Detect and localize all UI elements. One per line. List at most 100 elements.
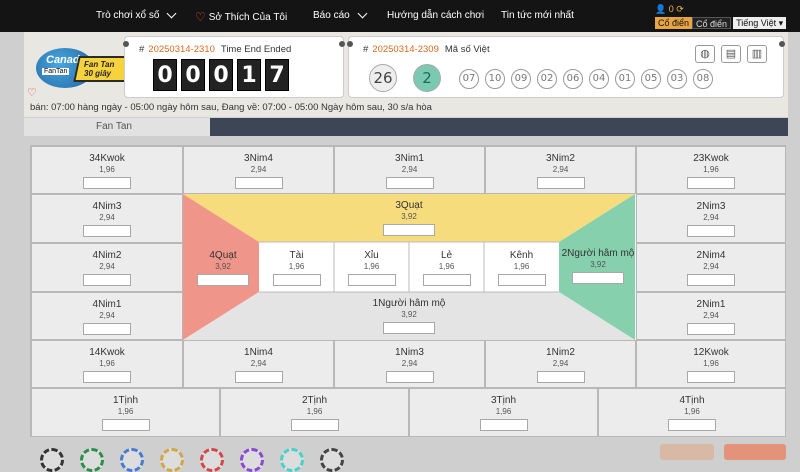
theme-classic-active[interactable]: Cổ điển — [655, 17, 693, 29]
chip[interactable] — [120, 448, 144, 472]
chip[interactable] — [40, 448, 64, 472]
bet-label: 1Nim4 — [244, 347, 273, 358]
bet-amount-input[interactable] — [290, 419, 339, 431]
bet-14kwok[interactable]: 14Kwok 1,96 — [31, 340, 183, 388]
bet-amount-input[interactable] — [422, 274, 471, 286]
favorite-heart-icon[interactable]: ♡ — [27, 86, 37, 99]
bet-4nim3[interactable]: 4Nim3 2,94 — [31, 194, 183, 243]
bet-xiu[interactable]: Xỉu 1,96 — [334, 250, 409, 286]
bet-amount-input[interactable] — [83, 274, 131, 286]
bet-amount-input[interactable] — [272, 274, 321, 286]
bet-amount-input[interactable] — [687, 323, 735, 335]
bet-label: Kênh — [509, 250, 534, 261]
bet-odds: 1,96 — [288, 262, 305, 271]
chip[interactable] — [160, 448, 184, 472]
bet-label: 4Nim1 — [92, 299, 122, 310]
bar-chart-icon[interactable]: ▥ — [747, 45, 767, 63]
bet-label: 2Nim4 — [696, 250, 726, 261]
bet-23kwok[interactable]: 23Kwok 1,96 — [636, 146, 786, 194]
document-icon[interactable]: ▤ — [721, 45, 741, 63]
chip[interactable] — [240, 448, 264, 472]
bet-3nim2[interactable]: 3Nim2 2,94 — [485, 146, 636, 194]
bet-amount-input[interactable] — [234, 371, 283, 383]
bet-label: 3Nim1 — [395, 153, 424, 164]
bet-fan-3[interactable]: 3Quạt 3,92 — [333, 200, 485, 236]
bet-label: 2Tịnh — [301, 395, 327, 406]
bet-2nim1[interactable]: 2Nim1 2,94 — [636, 292, 786, 340]
bet-amount-input[interactable] — [383, 224, 435, 236]
nav-news[interactable]: Tin tức mới nhất — [501, 10, 574, 21]
bet-odds: 1,96 — [513, 262, 530, 271]
bet-label: 2Người hâm mộ — [561, 248, 635, 259]
bet-4nim2[interactable]: 4Nim2 2,94 — [31, 243, 183, 292]
user-icon[interactable]: 👤 — [655, 4, 666, 14]
bet-le[interactable]: Lẻ 1,96 — [409, 250, 484, 286]
bet-amount-input[interactable] — [687, 177, 735, 189]
bet-amount-input[interactable] — [687, 225, 735, 237]
bet-3tinh[interactable]: 3Tịnh 1,96 — [409, 388, 598, 437]
bet-2nim4[interactable]: 2Nim4 2,94 — [636, 243, 786, 292]
place-bet-button[interactable] — [724, 444, 786, 460]
bet-2tinh[interactable]: 2Tịnh 1,96 — [220, 388, 409, 437]
bet-3nim4[interactable]: 3Nim4 2,94 — [183, 146, 334, 194]
bet-amount-input[interactable] — [83, 177, 131, 189]
bet-amount-input[interactable] — [668, 419, 716, 431]
nav-favorites[interactable]: ♡ Sở Thích Của Tôi — [195, 10, 287, 24]
bet-amount-input[interactable] — [234, 177, 283, 189]
bet-amount-input[interactable] — [197, 274, 249, 286]
bet-amount-input[interactable] — [536, 177, 585, 189]
bet-amount-input[interactable] — [83, 323, 131, 335]
nav-reports[interactable]: Báo cáo — [313, 8, 368, 21]
chip[interactable] — [320, 448, 344, 472]
bet-amount-input[interactable] — [83, 371, 131, 383]
bet-label: 14Kwok — [89, 347, 125, 358]
bet-fan-4[interactable]: 4Quạt 3,92 — [187, 250, 259, 286]
heart-icon: ♡ — [195, 10, 206, 24]
bet-amount-input[interactable] — [687, 274, 735, 286]
bet-amount-input[interactable] — [385, 177, 434, 189]
chip[interactable] — [200, 448, 224, 472]
bet-4nim1[interactable]: 4Nim1 2,94 — [31, 292, 183, 340]
bet-amount-input[interactable] — [479, 419, 528, 431]
bet-34kwok[interactable]: 34Kwok 1,96 — [31, 146, 183, 194]
bet-amount-input[interactable] — [497, 274, 546, 286]
bet-label: 2Nim1 — [696, 299, 726, 310]
bet-amount-input[interactable] — [347, 274, 396, 286]
bet-1nim2[interactable]: 1Nim2 2,94 — [485, 340, 636, 388]
bet-amount-input[interactable] — [687, 371, 735, 383]
nav-lottery-games[interactable]: Trò chơi xổ số — [96, 8, 177, 21]
bet-odds: 2,94 — [552, 165, 569, 174]
result-ball: 04 — [589, 69, 609, 89]
bet-odds: 1,96 — [117, 407, 134, 416]
bet-2nim3[interactable]: 2Nim3 2,94 — [636, 194, 786, 243]
chip[interactable] — [80, 448, 104, 472]
pin-dot — [123, 41, 129, 47]
bet-label: Xỉu — [364, 250, 379, 261]
bet-label: 3Tịnh — [490, 395, 516, 406]
bet-amount-input[interactable] — [83, 225, 131, 237]
bet-amount-input[interactable] — [572, 272, 624, 284]
globe-icon[interactable]: ◍ — [695, 45, 715, 63]
bet-1tinh[interactable]: 1Tịnh 1,96 — [31, 388, 220, 437]
tab-fan-tan[interactable]: Fan Tan — [24, 118, 210, 136]
chip[interactable] — [280, 448, 304, 472]
bet-tai[interactable]: Tài 1,96 — [259, 250, 334, 286]
bet-odds: 1,96 — [99, 165, 115, 174]
bet-1nim4[interactable]: 1Nim4 2,94 — [183, 340, 334, 388]
bet-fan-1[interactable]: 1Người hâm mộ 3,92 — [333, 298, 485, 334]
refresh-icon[interactable]: ⟳ — [676, 4, 684, 14]
bet-fan-2[interactable]: 2Người hâm mộ 3,92 — [559, 248, 637, 284]
bet-amount-input[interactable] — [536, 371, 585, 383]
bet-1nim3[interactable]: 1Nim3 2,94 — [334, 340, 485, 388]
bet-amount-input[interactable] — [101, 419, 150, 431]
bet-4tinh[interactable]: 4Tịnh 1,96 — [598, 388, 786, 437]
nav-guide[interactable]: Hướng dẫn cách chơi — [387, 10, 484, 21]
clear-button[interactable] — [660, 444, 714, 460]
bet-amount-input[interactable] — [383, 322, 435, 334]
theme-classic-button[interactable]: Cổ điển — [692, 17, 732, 29]
language-select[interactable]: Tiếng Việt ▾ — [733, 17, 787, 29]
bet-kenh[interactable]: Kênh 1,96 — [484, 250, 559, 286]
bet-amount-input[interactable] — [385, 371, 434, 383]
bet-3nim1[interactable]: 3Nim1 2,94 — [334, 146, 485, 194]
bet-12kwok[interactable]: 12Kwok 1,96 — [636, 340, 786, 388]
